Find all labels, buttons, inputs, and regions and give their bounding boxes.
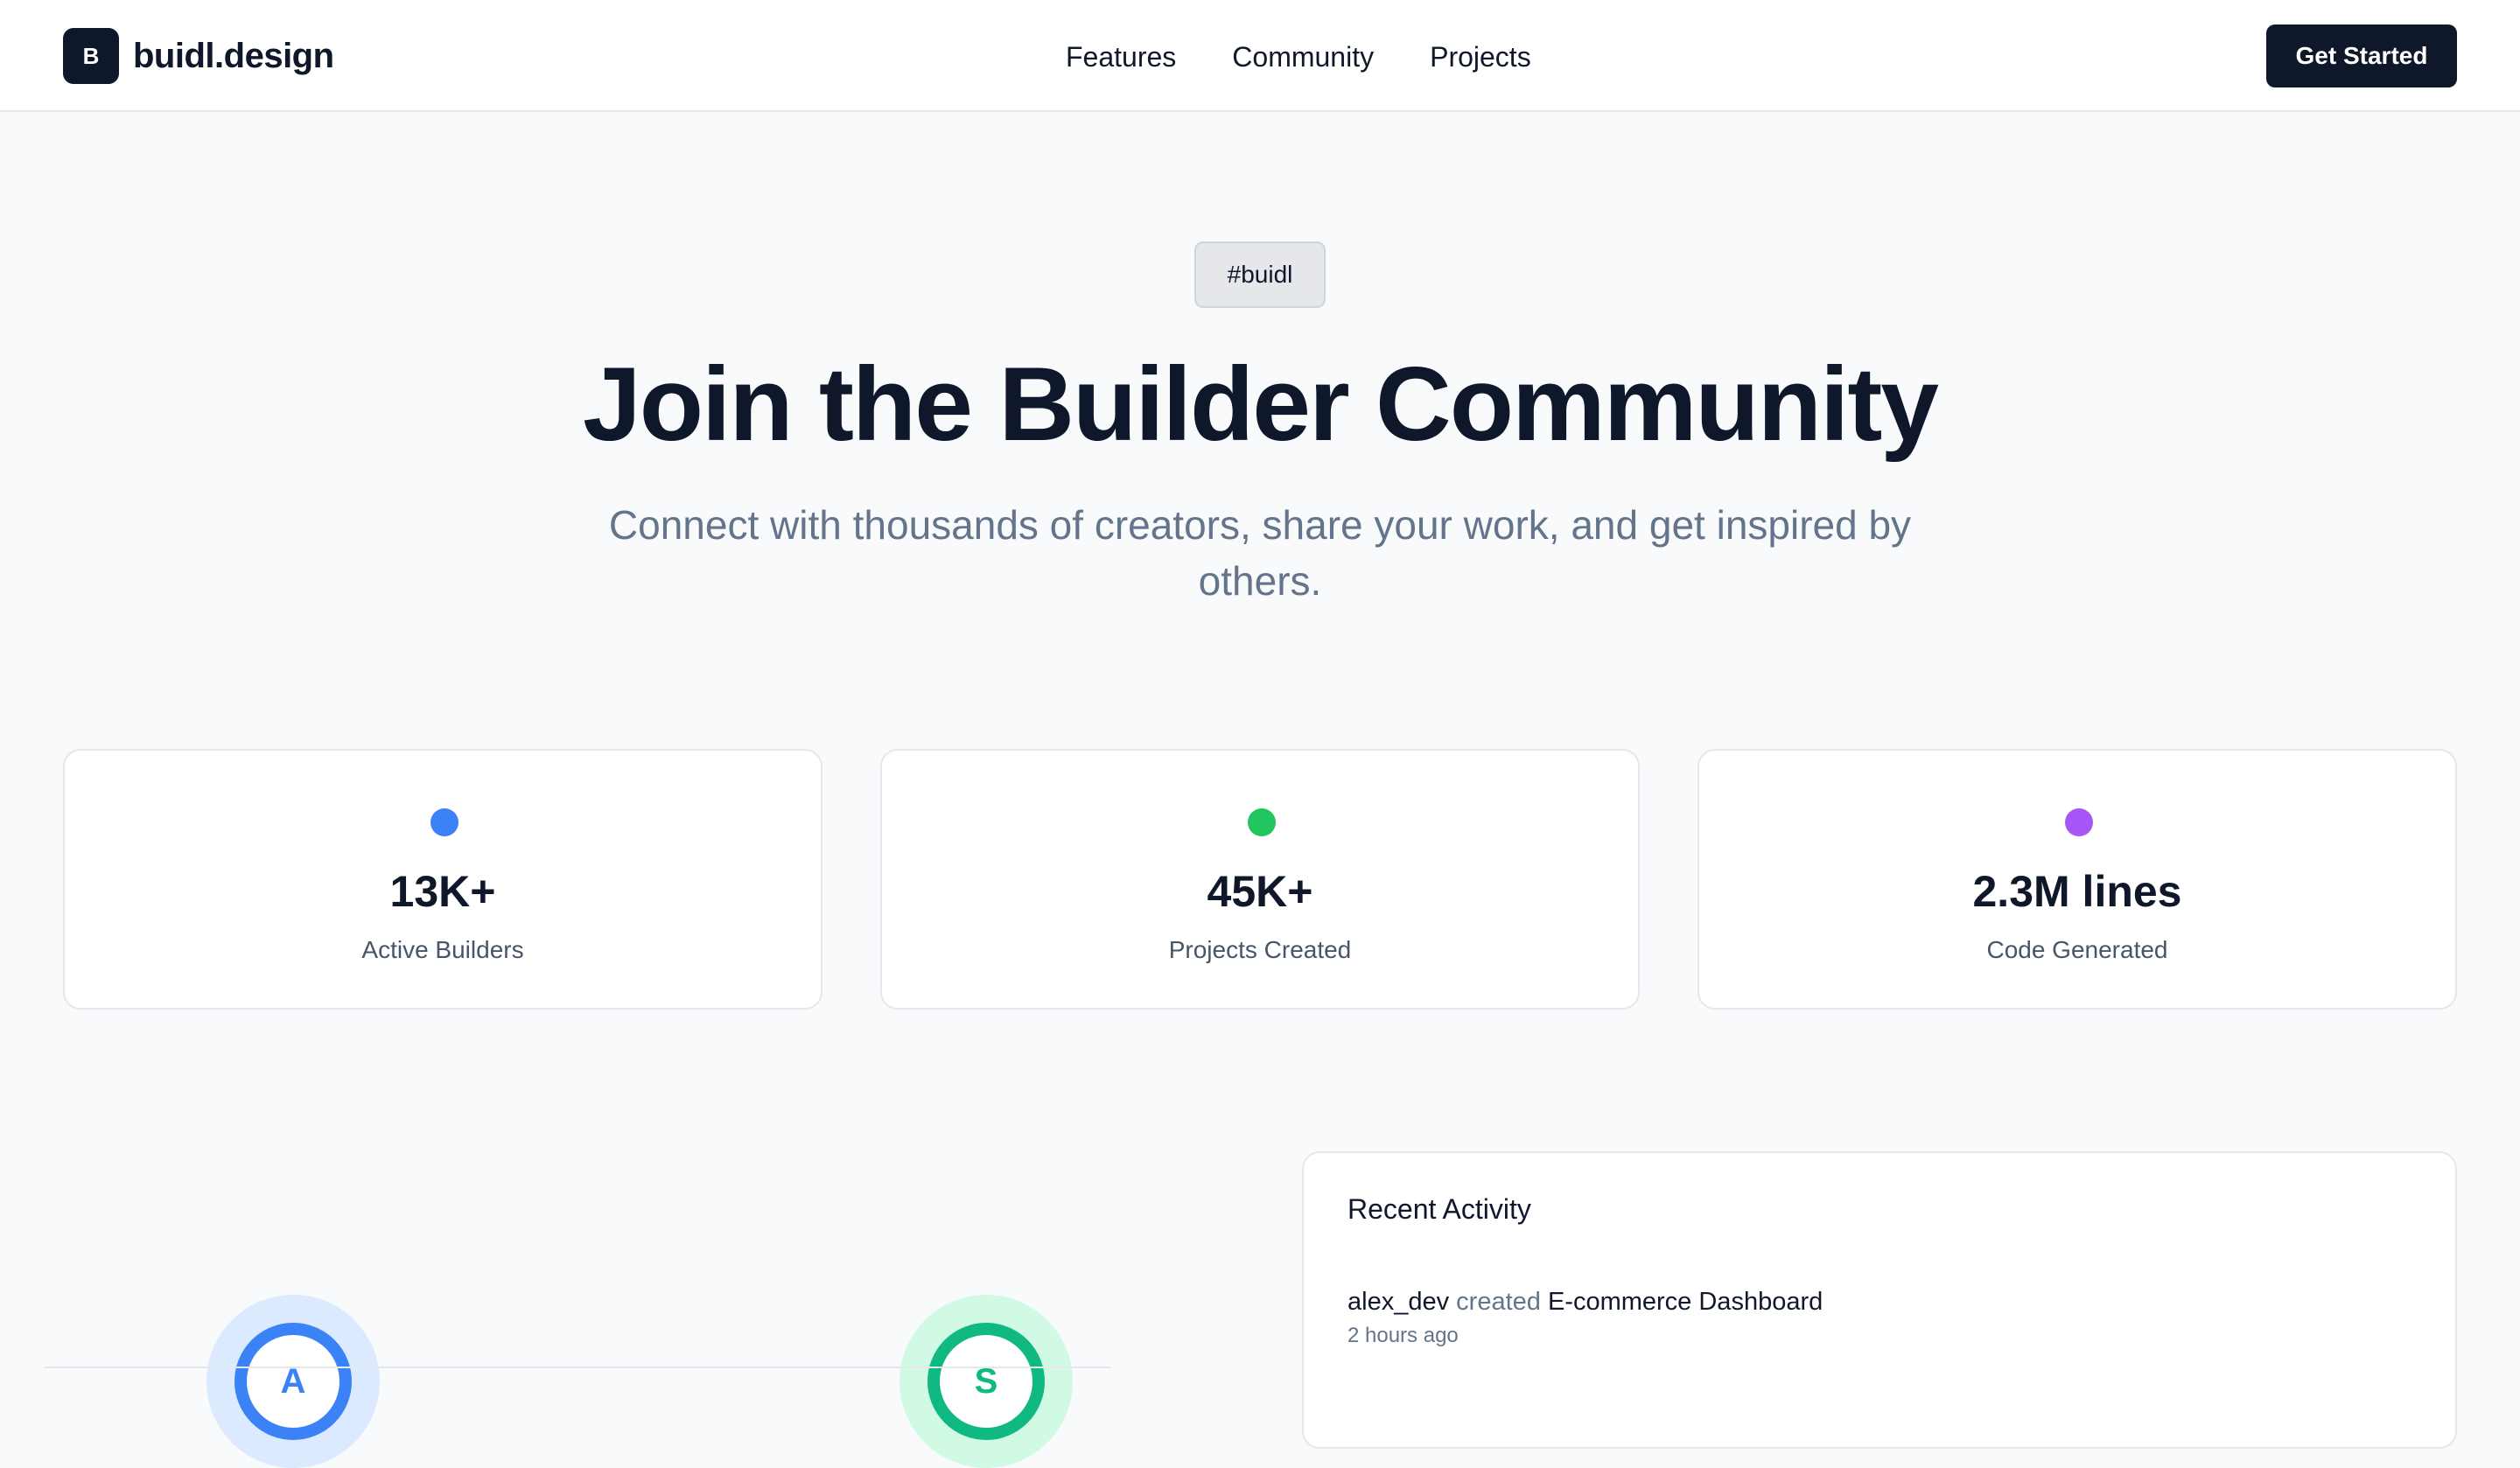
brand-name: buidl.design bbox=[133, 36, 334, 75]
stat-label: Projects Created bbox=[1168, 936, 1352, 963]
hero-subtitle: Connect with thousands of creators, shar… bbox=[608, 502, 1912, 604]
avatar-initial: A bbox=[234, 1323, 352, 1440]
nav-link-community[interactable]: Community bbox=[1232, 41, 1374, 73]
brand-logo[interactable]: B buidl.design bbox=[63, 28, 334, 84]
status-dot-icon bbox=[430, 808, 458, 836]
activity-user[interactable]: alex_dev bbox=[1348, 1288, 1449, 1316]
divider bbox=[44, 1367, 1111, 1368]
avatar-a[interactable]: A bbox=[206, 1295, 380, 1468]
activity-line: alex_dev created E-commerce Dashboard bbox=[1348, 1288, 2415, 1317]
activity-verb: created bbox=[1456, 1288, 1541, 1316]
activity-item[interactable]: alex_dev created E-commerce Dashboard 2 … bbox=[1348, 1288, 2415, 1348]
avatar-initial: S bbox=[928, 1323, 1045, 1440]
avatar-s[interactable]: S bbox=[900, 1295, 1073, 1468]
stat-label: Active Builders bbox=[361, 936, 524, 963]
top-navbar: B buidl.design Features Community Projec… bbox=[0, 0, 2520, 112]
stat-value: 45K+ bbox=[1207, 867, 1313, 916]
stat-card-code: 2.3M lines Code Generated bbox=[1698, 749, 2457, 1010]
get-started-button[interactable]: Get Started bbox=[2266, 24, 2457, 87]
hero-title: Join the Builder Community bbox=[582, 346, 1939, 463]
stat-card-builders: 13K+ Active Builders bbox=[63, 749, 822, 1010]
stat-card-projects: 45K+ Projects Created bbox=[880, 749, 1640, 1010]
stat-value: 13K+ bbox=[389, 867, 496, 916]
status-dot-icon bbox=[2065, 808, 2093, 836]
nav-link-features[interactable]: Features bbox=[1066, 41, 1176, 73]
nav-link-projects[interactable]: Projects bbox=[1430, 41, 1531, 73]
logo-mark-icon: B bbox=[63, 28, 119, 84]
hashtag-badge[interactable]: #buidl bbox=[1194, 241, 1326, 308]
activity-title: Recent Activity bbox=[1348, 1193, 1531, 1225]
recent-activity-panel: Recent Activity alex_dev created E-comme… bbox=[1302, 1151, 2457, 1449]
activity-time: 2 hours ago bbox=[1348, 1324, 1459, 1347]
activity-project[interactable]: E-commerce Dashboard bbox=[1548, 1288, 1823, 1316]
stat-value: 2.3M lines bbox=[1972, 867, 2182, 916]
nav-links: Features Community Projects bbox=[1066, 35, 1531, 79]
status-dot-icon bbox=[1248, 808, 1276, 836]
stat-label: Code Generated bbox=[1986, 936, 2168, 963]
